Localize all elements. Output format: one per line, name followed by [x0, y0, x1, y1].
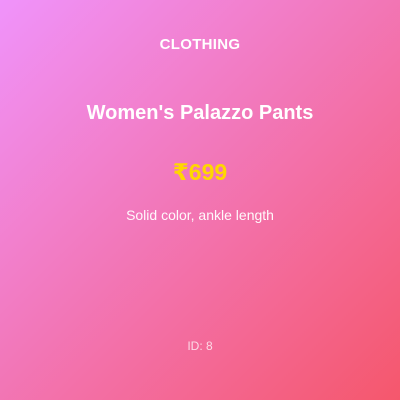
product-id: ID: 8 — [187, 339, 213, 353]
product-category: CLOTHING — [159, 36, 241, 53]
product-description: Solid color, ankle length — [126, 207, 274, 223]
product-card: CLOTHING Women's Palazzo Pants ₹699 Soli… — [0, 0, 400, 400]
product-title: Women's Palazzo Pants — [86, 102, 314, 124]
product-price: ₹699 — [172, 159, 228, 185]
